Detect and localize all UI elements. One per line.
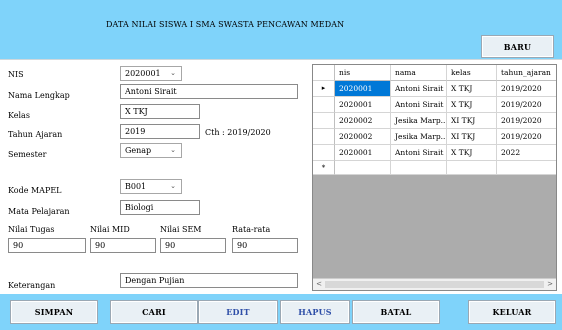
kelas-input[interactable]: X TKJ xyxy=(120,104,200,119)
data-grid[interactable]: nis nama kelas tahun_ajaran ▸ 2020001 An… xyxy=(312,64,557,291)
keterangan-input[interactable]: Dengan Pujian xyxy=(120,273,298,288)
simpan-button[interactable]: SIMPAN xyxy=(10,300,98,324)
horizontal-scrollbar[interactable]: < > xyxy=(313,278,556,290)
kelas-label: Kelas xyxy=(8,111,30,120)
mid-label: Nilai MID xyxy=(90,225,130,234)
semester-combobox[interactable]: Genap ⌄ xyxy=(120,143,182,158)
table-cell[interactable]: Antoni Sirait xyxy=(391,145,447,161)
tahun-hint: Cth : 2019/2020 xyxy=(205,128,271,137)
rata-label: Rata-rata xyxy=(232,225,271,234)
table-cell[interactable]: Jesika Marp... xyxy=(391,129,447,145)
table-cell[interactable]: Antoni Sirait xyxy=(391,97,447,113)
table-cell[interactable]: Antoni Sirait xyxy=(391,81,447,97)
table-cell[interactable]: XI TKJ xyxy=(447,113,497,129)
row-header[interactable] xyxy=(313,113,335,129)
table-cell[interactable]: 2019/2020 xyxy=(497,97,556,113)
grid-corner xyxy=(313,65,335,81)
new-row-cell[interactable] xyxy=(497,161,556,175)
semester-value: Genap xyxy=(125,146,152,155)
table-cell[interactable]: X TKJ xyxy=(447,145,497,161)
edit-button[interactable]: EDIT xyxy=(198,300,278,324)
row-header-current[interactable]: ▸ xyxy=(313,81,335,97)
chevron-down-icon: ⌄ xyxy=(170,182,176,190)
nama-label: Nama Lengkap xyxy=(8,91,70,100)
table-cell[interactable]: 2020001 xyxy=(335,97,391,113)
column-header-kelas[interactable]: kelas xyxy=(447,65,497,81)
table-cell[interactable]: 2022 xyxy=(497,145,556,161)
nama-input[interactable]: Antoni Sirait xyxy=(120,84,298,99)
table-cell[interactable]: 2020002 xyxy=(335,129,391,145)
kode-value: B001 xyxy=(125,182,147,191)
nis-value: 2020001 xyxy=(125,69,161,78)
nis-combobox[interactable]: 2020001 ⌄ xyxy=(120,66,182,81)
chevron-down-icon: ⌄ xyxy=(170,69,176,77)
keterangan-label: Keterangan xyxy=(8,281,56,290)
nis-label: NIS xyxy=(8,70,24,79)
header-bar: DATA NILAI SISWA I SMA SWASTA PENCAWAN M… xyxy=(0,0,562,60)
page-title: DATA NILAI SISWA I SMA SWASTA PENCAWAN M… xyxy=(106,20,345,29)
semester-label: Semester xyxy=(8,150,47,159)
column-header-tahun-ajaran[interactable]: tahun_ajaran xyxy=(497,65,556,81)
kode-label: Kode MAPEL xyxy=(8,186,62,195)
chevron-down-icon: ⌄ xyxy=(170,146,176,154)
table-cell[interactable]: XI TKJ xyxy=(447,129,497,145)
column-header-nis[interactable]: nis xyxy=(335,65,391,81)
row-header[interactable] xyxy=(313,97,335,113)
sem-label: Nilai SEM xyxy=(160,225,202,234)
sem-input[interactable]: 90 xyxy=(160,238,226,253)
mid-input[interactable]: 90 xyxy=(90,238,156,253)
grid-body: nis nama kelas tahun_ajaran ▸ 2020001 An… xyxy=(313,65,556,175)
table-cell[interactable]: 2020002 xyxy=(335,113,391,129)
tugas-label: Nilai Tugas xyxy=(8,225,55,234)
new-row-cell[interactable] xyxy=(391,161,447,175)
scroll-right-icon[interactable]: > xyxy=(544,279,556,290)
rata-input[interactable]: 90 xyxy=(232,238,298,253)
table-cell[interactable]: X TKJ xyxy=(447,97,497,113)
table-cell[interactable]: X TKJ xyxy=(447,81,497,97)
kode-combobox[interactable]: B001 ⌄ xyxy=(120,179,182,194)
hapus-button[interactable]: HAPUS xyxy=(280,300,350,324)
keluar-button[interactable]: KELUAR xyxy=(468,300,556,324)
baru-button[interactable]: BARU xyxy=(481,35,554,58)
batal-button[interactable]: BATAL xyxy=(352,300,440,324)
new-row-cell[interactable] xyxy=(335,161,391,175)
scroll-thumb[interactable] xyxy=(325,281,544,288)
cell-selected[interactable]: 2020001 xyxy=(335,81,391,97)
tugas-input[interactable]: 90 xyxy=(8,238,86,253)
mapel-input[interactable]: Biologi xyxy=(120,200,200,215)
table-cell[interactable]: 2020001 xyxy=(335,145,391,161)
column-header-nama[interactable]: nama xyxy=(391,65,447,81)
mapel-label: Mata Pelajaran xyxy=(8,207,70,216)
row-header-new[interactable]: * xyxy=(313,161,335,175)
tahun-input[interactable]: 2019 xyxy=(120,124,200,139)
footer-bar: SIMPAN CARI EDIT HAPUS BATAL KELUAR xyxy=(0,294,562,330)
table-cell[interactable]: 2019/2020 xyxy=(497,81,556,97)
scroll-left-icon[interactable]: < xyxy=(313,279,325,290)
row-header[interactable] xyxy=(313,145,335,161)
tahun-label: Tahun Ajaran xyxy=(8,130,63,139)
row-header[interactable] xyxy=(313,129,335,145)
table-cell[interactable]: Jesika Marp... xyxy=(391,113,447,129)
table-cell[interactable]: 2019/2020 xyxy=(497,129,556,145)
table-cell[interactable]: 2019/2020 xyxy=(497,113,556,129)
cari-button[interactable]: CARI xyxy=(110,300,198,324)
new-row-cell[interactable] xyxy=(447,161,497,175)
